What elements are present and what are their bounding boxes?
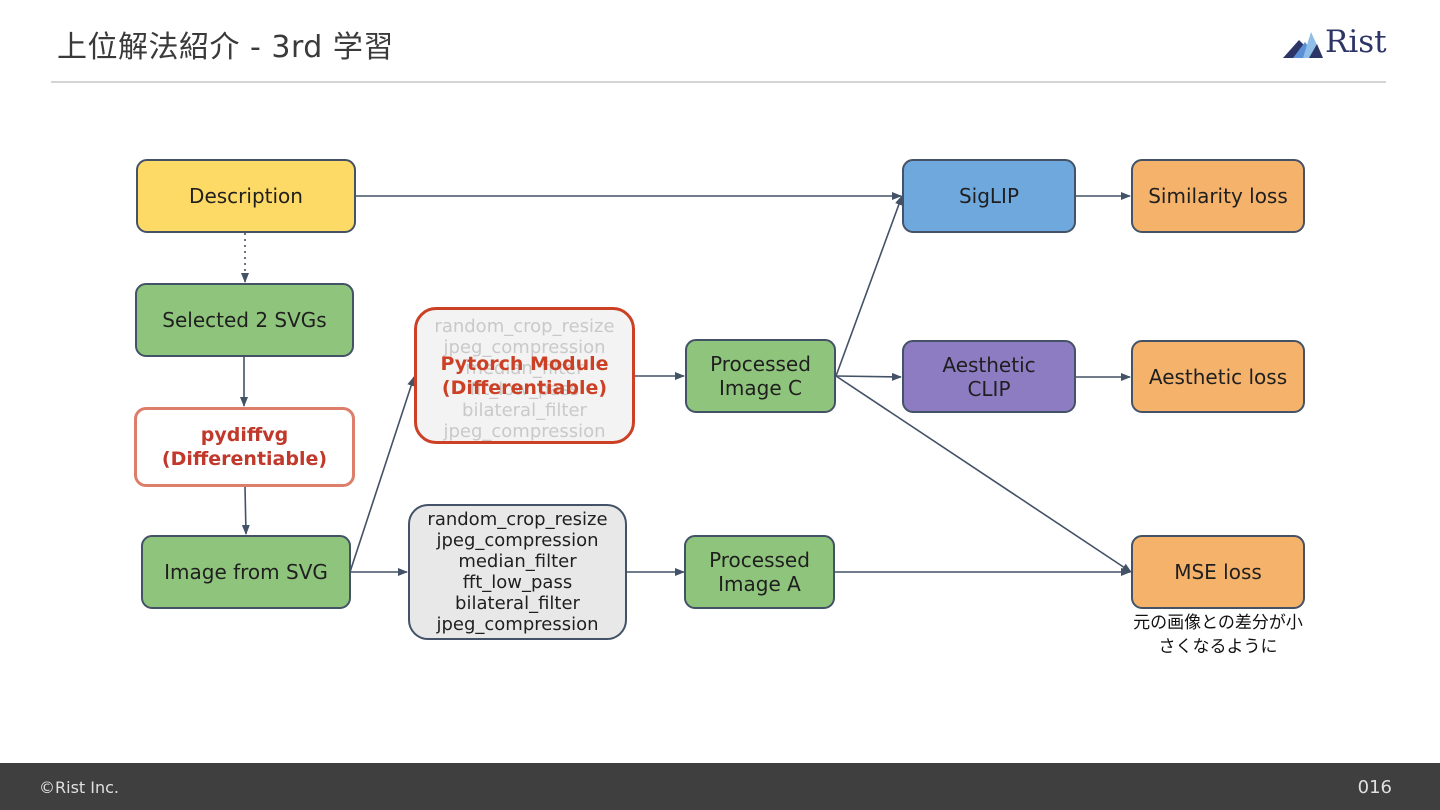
mse-note-line: さくなるように bbox=[1158, 637, 1278, 657]
pytorch-module-label: Pytorch Module bbox=[440, 352, 609, 375]
processed-a-label: Processed bbox=[709, 548, 810, 572]
image-from-svg-label: Image from SVG bbox=[164, 560, 328, 584]
aesthetic-loss-label: Aesthetic loss bbox=[1148, 364, 1288, 389]
aesthetic-loss-node: Aesthetic loss bbox=[1131, 340, 1305, 413]
edge-pydiffvg-to-image bbox=[241, 486, 250, 535]
edge-image-to-pytorch bbox=[349, 376, 415, 573]
processed-a-sublabel: Image A bbox=[718, 572, 801, 596]
augment-op: jpeg_compression bbox=[436, 530, 599, 551]
pytorch-ghost-op: jpeg_compression bbox=[443, 421, 606, 442]
pytorch-ghost-op: bilateral_filter bbox=[462, 400, 587, 421]
processed-c-sublabel: Image C bbox=[719, 376, 802, 400]
augment-op: random_crop_resize bbox=[427, 509, 608, 530]
description-node: Description bbox=[136, 159, 356, 233]
edge-processed-c-to-siglip bbox=[835, 195, 903, 377]
augment-op: median_filter bbox=[458, 551, 577, 572]
augment-op: jpeg_compression bbox=[436, 614, 599, 635]
page-number: 016 bbox=[1357, 777, 1392, 798]
augment-op: fft_low_pass bbox=[462, 572, 573, 593]
mse-note-line: 元の画像との差分が小 bbox=[1133, 613, 1303, 633]
pytorch-module-node: random_crop_resize jpeg_compression medi… bbox=[414, 307, 635, 444]
pydiffvg-label: pydiffvg bbox=[200, 424, 289, 446]
mse-note: 元の画像との差分が小 さくなるように bbox=[1110, 611, 1326, 659]
pydiffvg-sublabel: (Differentiable) bbox=[161, 448, 328, 470]
pytorch-ghost-op: random_crop_resize bbox=[434, 316, 615, 337]
aesthetic-clip-label: Aesthetic bbox=[942, 352, 1036, 377]
similarity-loss-label: Similarity loss bbox=[1148, 184, 1288, 208]
processed-c-label: Processed bbox=[710, 352, 811, 376]
selected-svgs-node: Selected 2 SVGs bbox=[135, 283, 354, 357]
description-label: Description bbox=[189, 184, 303, 208]
mse-loss-node: MSE loss bbox=[1131, 535, 1305, 609]
footer-bar: ©Rist Inc. 016 bbox=[0, 763, 1440, 810]
processed-image-c-node: Processed Image C bbox=[685, 339, 836, 413]
mse-loss-label: MSE loss bbox=[1174, 560, 1262, 584]
image-from-svg-node: Image from SVG bbox=[141, 535, 351, 609]
selected-svgs-label: Selected 2 SVGs bbox=[162, 308, 327, 332]
footer-copyright: ©Rist Inc. bbox=[39, 778, 119, 797]
augmentation-ops-node: random_crop_resize jpeg_compression medi… bbox=[408, 504, 627, 640]
pydiffvg-node: pydiffvg (Differentiable) bbox=[134, 407, 355, 487]
siglip-node: SigLIP bbox=[902, 159, 1076, 233]
edge-processed-c-to-aesthetic bbox=[835, 372, 902, 381]
aesthetic-clip-sublabel: CLIP bbox=[967, 376, 1011, 401]
pytorch-module-sublabel: (Differentiable) bbox=[441, 376, 608, 399]
processed-image-a-node: Processed Image A bbox=[684, 535, 835, 609]
similarity-loss-node: Similarity loss bbox=[1131, 159, 1305, 233]
augment-op: bilateral_filter bbox=[455, 593, 580, 614]
siglip-label: SigLIP bbox=[958, 184, 1020, 208]
aesthetic-clip-node: Aesthetic CLIP bbox=[902, 340, 1076, 413]
